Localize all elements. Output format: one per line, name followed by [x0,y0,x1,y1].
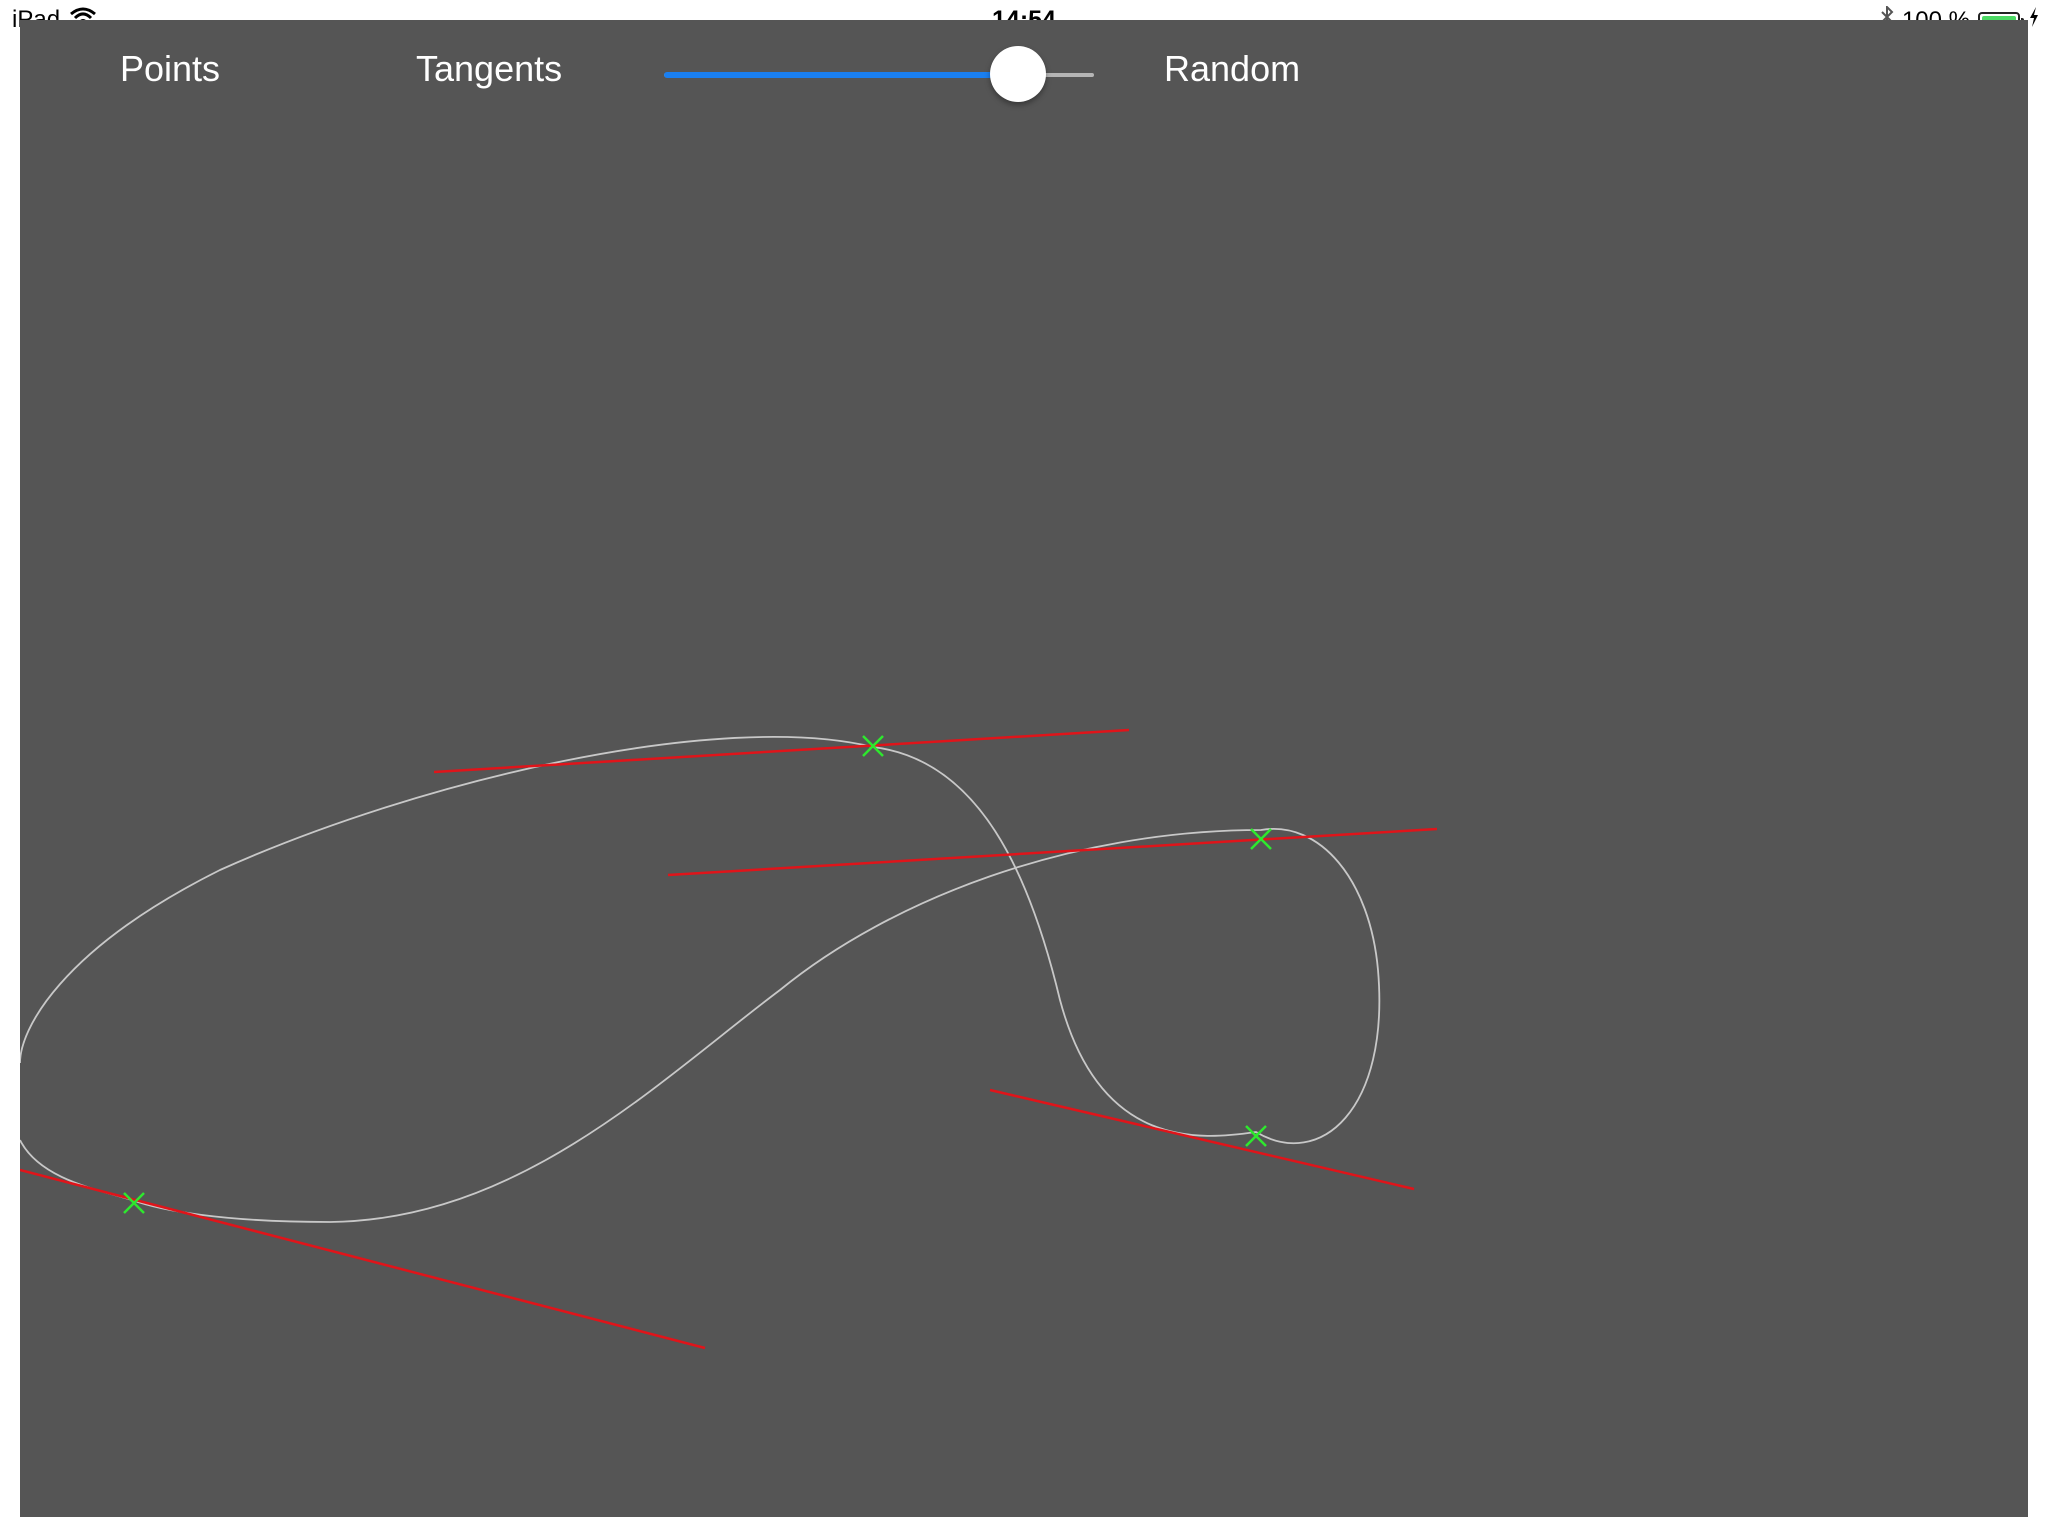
drawing-canvas[interactable]: Points Tangents Random [20,20,2028,1517]
tangents-button[interactable]: Tangents [416,48,562,90]
charging-icon [2028,6,2040,35]
tangent-line [20,1168,706,1350]
toolbar: Points Tangents Random [20,20,2028,120]
tangent-line [667,827,1438,877]
spline-curve [20,736,1381,1223]
tension-slider[interactable] [664,40,1094,110]
curve-plot[interactable] [20,20,2028,1517]
slider-min-track [664,72,1018,78]
random-button[interactable]: Random [1164,48,1300,90]
points-button[interactable]: Points [120,48,220,90]
tangent-line [989,1088,1415,1191]
slider-thumb[interactable] [990,46,1046,102]
